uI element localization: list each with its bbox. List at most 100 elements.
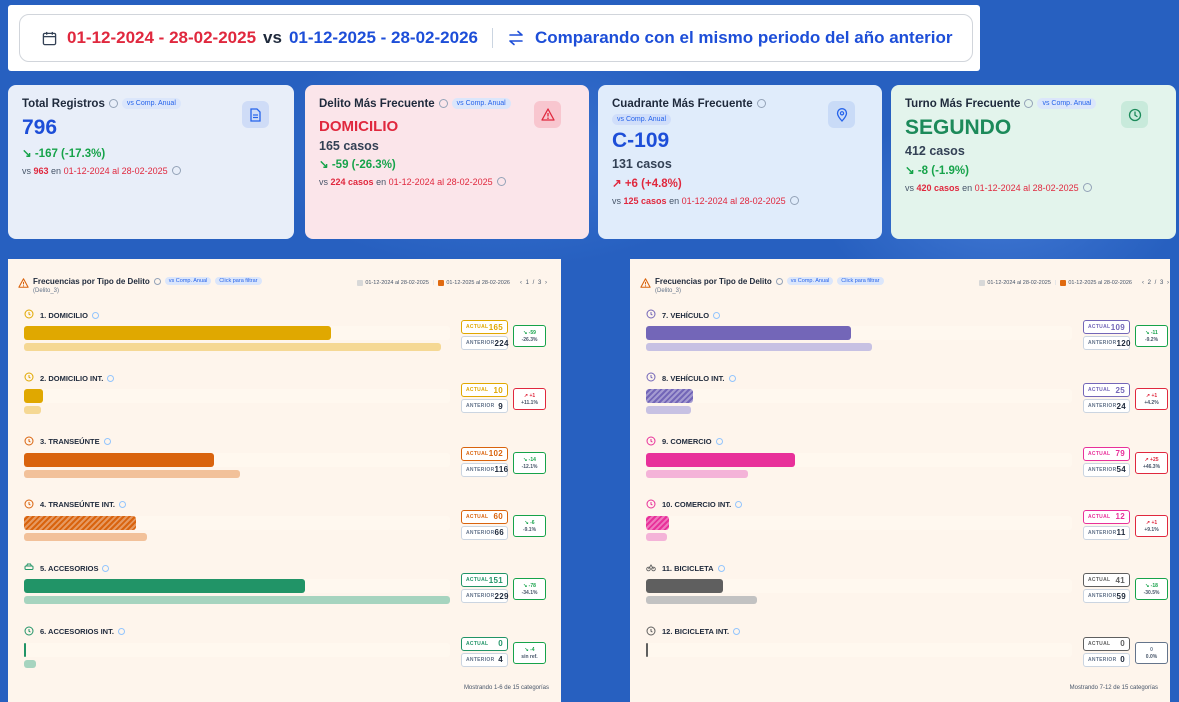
info-icon[interactable] xyxy=(1024,99,1034,108)
info-icon[interactable] xyxy=(119,501,127,509)
filter-badge[interactable]: Click para filtrar xyxy=(215,277,262,285)
panel-footer: Mostrando 7-12 de 15 categorías xyxy=(1069,685,1158,691)
category-row[interactable]: 11. BICICLETA ACTUAL 41 ANTERIOR 59 ↘ -18 -30.… xyxy=(646,562,1168,620)
delta-text: -8 (-1.9%) xyxy=(917,165,969,177)
bar-track xyxy=(646,642,1072,657)
previous-bar[interactable] xyxy=(646,469,748,478)
panel-title: Frecuencias por Tipo de Delito vs Comp. A… xyxy=(33,277,262,286)
current-bar[interactable] xyxy=(24,326,331,340)
info-icon[interactable] xyxy=(733,628,741,635)
next-page-button[interactable]: › xyxy=(1167,280,1170,286)
delta-percent: +46.3% xyxy=(1142,463,1161,470)
delta-percent: -9.2% xyxy=(1144,337,1159,343)
info-icon[interactable] xyxy=(153,278,161,285)
kpi-card-cuadrante-frecuente[interactable]: Cuadrante Más Frecuente vs Comp. Anual C… xyxy=(598,85,882,239)
actual-value-box: ACTUAL 0 xyxy=(1083,636,1130,651)
info-icon[interactable] xyxy=(102,564,110,572)
previous-bar[interactable] xyxy=(646,532,667,541)
current-bar[interactable] xyxy=(24,389,43,404)
previous-bar[interactable] xyxy=(24,596,450,605)
category-row[interactable]: 1. DOMICILIO ACTUAL 165 ANTERIOR 224 ↘ -59 -26… xyxy=(24,309,546,367)
category-name: 4. TRANSEÚNTE INT. xyxy=(40,500,116,510)
current-bar[interactable] xyxy=(24,579,305,594)
category-row[interactable]: 8. VEHÍCULO INT. ACTUAL 25 ANTERIOR 24 ↗ +1 +4… xyxy=(646,372,1168,430)
info-icon[interactable] xyxy=(496,177,506,186)
previous-bar[interactable] xyxy=(24,659,36,668)
delta-percent: 0.0% xyxy=(1145,653,1158,660)
info-icon[interactable] xyxy=(789,196,799,205)
foot-mid: en xyxy=(666,196,682,206)
category-label: 2. DOMICILIO INT. xyxy=(24,372,115,384)
previous-bar[interactable] xyxy=(646,596,758,605)
category-row[interactable]: 12. BICICLETA INT. ACTUAL 0 ANTERIOR 0 0 0.0% xyxy=(646,626,1168,684)
date-range-pill[interactable]: 01-12-2024 - 28-02-2025 vs 01-12-2025 - … xyxy=(19,14,973,62)
delta-count: +25 xyxy=(1150,456,1159,463)
prev-page-button[interactable]: ‹ xyxy=(520,280,523,286)
current-bar[interactable] xyxy=(24,642,26,657)
current-bar[interactable] xyxy=(646,642,648,657)
category-row[interactable]: 7. VEHÍCULO ACTUAL 109 ANTERIOR 120 ↘ -11 -9.2… xyxy=(646,309,1168,367)
delta-value: ↘ -11 xyxy=(1136,330,1167,337)
current-bar[interactable] xyxy=(646,515,669,530)
category-row[interactable]: 6. ACCESORIOS INT. ACTUAL 0 ANTERIOR 4 ↘ -4 si… xyxy=(24,626,546,684)
actual-value-box: ACTUAL 41 xyxy=(1083,573,1130,588)
info-icon[interactable] xyxy=(107,374,115,382)
previous-bar[interactable] xyxy=(646,406,692,415)
current-bar[interactable] xyxy=(646,326,852,340)
comparison-date-range: 01-12-2025 - 28-02-2026 xyxy=(288,28,478,47)
delta-percent: -34.1% xyxy=(521,590,538,597)
previous-bar[interactable] xyxy=(24,469,240,478)
anterior-value-box: ANTERIOR 116 xyxy=(461,462,508,477)
comparison-badge: vs Comp. Anual xyxy=(612,114,672,125)
delta-box: ↘ -6 -9.1% xyxy=(513,514,546,537)
info-icon[interactable] xyxy=(117,628,125,635)
category-row[interactable]: 5. ACCESORIOS ACTUAL 151 ANTERIOR 229 ↘ -78 -3… xyxy=(24,562,546,620)
current-bar[interactable] xyxy=(646,452,795,467)
info-icon[interactable] xyxy=(1082,183,1092,192)
info-icon[interactable] xyxy=(756,99,766,108)
delta-percent: -30.5% xyxy=(1143,590,1160,597)
foot-date: 01-12-2024 al 28-02-2025 xyxy=(388,177,493,187)
info-icon[interactable] xyxy=(775,278,783,285)
category-row[interactable]: 10. COMERCIO INT. ACTUAL 12 ANTERIOR 11 ↗ +1 +… xyxy=(646,499,1168,557)
filter-badge[interactable]: Click para filtrar xyxy=(837,277,884,285)
page-indicator: 1 / 3 xyxy=(525,280,543,286)
current-bar[interactable] xyxy=(646,389,694,404)
previous-bar[interactable] xyxy=(646,343,872,351)
current-bar[interactable] xyxy=(24,452,214,467)
delta-box: ↘ -18 -30.5% xyxy=(1135,578,1168,601)
category-row[interactable]: 4. TRANSEÚNTE INT. ACTUAL 60 ANTERIOR 66 ↘ -6… xyxy=(24,499,546,557)
anterior-label: ANTERIOR xyxy=(1088,656,1117,663)
kpi-card-delito-frecuente[interactable]: Delito Más Frecuente vs Comp. Anual DOMIC… xyxy=(305,85,589,239)
anterior-value: 59 xyxy=(1116,591,1127,601)
info-icon[interactable] xyxy=(103,438,111,446)
info-icon[interactable] xyxy=(735,501,743,509)
previous-bar[interactable] xyxy=(24,343,441,351)
divider xyxy=(491,28,493,48)
category-label: 3. TRANSEÚNTE xyxy=(24,436,111,448)
kpi-card-total-registros[interactable]: Total Registros vs Comp. Anual 796 ↘ -167… xyxy=(8,85,294,239)
previous-bar[interactable] xyxy=(24,532,147,541)
kpi-card-turno-frecuente[interactable]: Turno Más Frecuente vs Comp. Anual SEGUND… xyxy=(891,85,1176,239)
category-row[interactable]: 2. DOMICILIO INT. ACTUAL 10 ANTERIOR 9 ↗ +1 +1… xyxy=(24,372,546,430)
prev-page-button[interactable]: ‹ xyxy=(1142,280,1145,286)
category-row[interactable]: 3. TRANSEÚNTE ACTUAL 102 ANTERIOR 116 ↘ -14 -1… xyxy=(24,436,546,494)
info-icon[interactable] xyxy=(717,564,725,572)
info-icon[interactable] xyxy=(715,438,723,446)
category-row[interactable]: 9. COMERCIO ACTUAL 79 ANTERIOR 54 ↗ +25 +46.3% xyxy=(646,436,1168,494)
info-icon[interactable] xyxy=(728,374,736,382)
info-icon[interactable] xyxy=(108,99,118,108)
next-page-button[interactable]: › xyxy=(545,280,548,286)
panel-legend: 01-12-2024 al 28-02-2025 | 01-12-2025 al 2… xyxy=(979,280,1170,286)
info-icon[interactable] xyxy=(713,311,721,319)
actual-value: 0 xyxy=(1120,639,1125,648)
delta-value: ↗ +25 xyxy=(1136,457,1167,464)
previous-bar[interactable] xyxy=(24,406,41,415)
clock-icon xyxy=(646,499,662,511)
info-icon[interactable] xyxy=(171,166,181,175)
info-icon[interactable] xyxy=(438,99,448,108)
current-bar[interactable] xyxy=(24,515,136,530)
panel-title-text: Frecuencias por Tipo de Delito xyxy=(655,277,772,286)
current-bar[interactable] xyxy=(646,579,724,594)
info-icon[interactable] xyxy=(91,311,99,319)
